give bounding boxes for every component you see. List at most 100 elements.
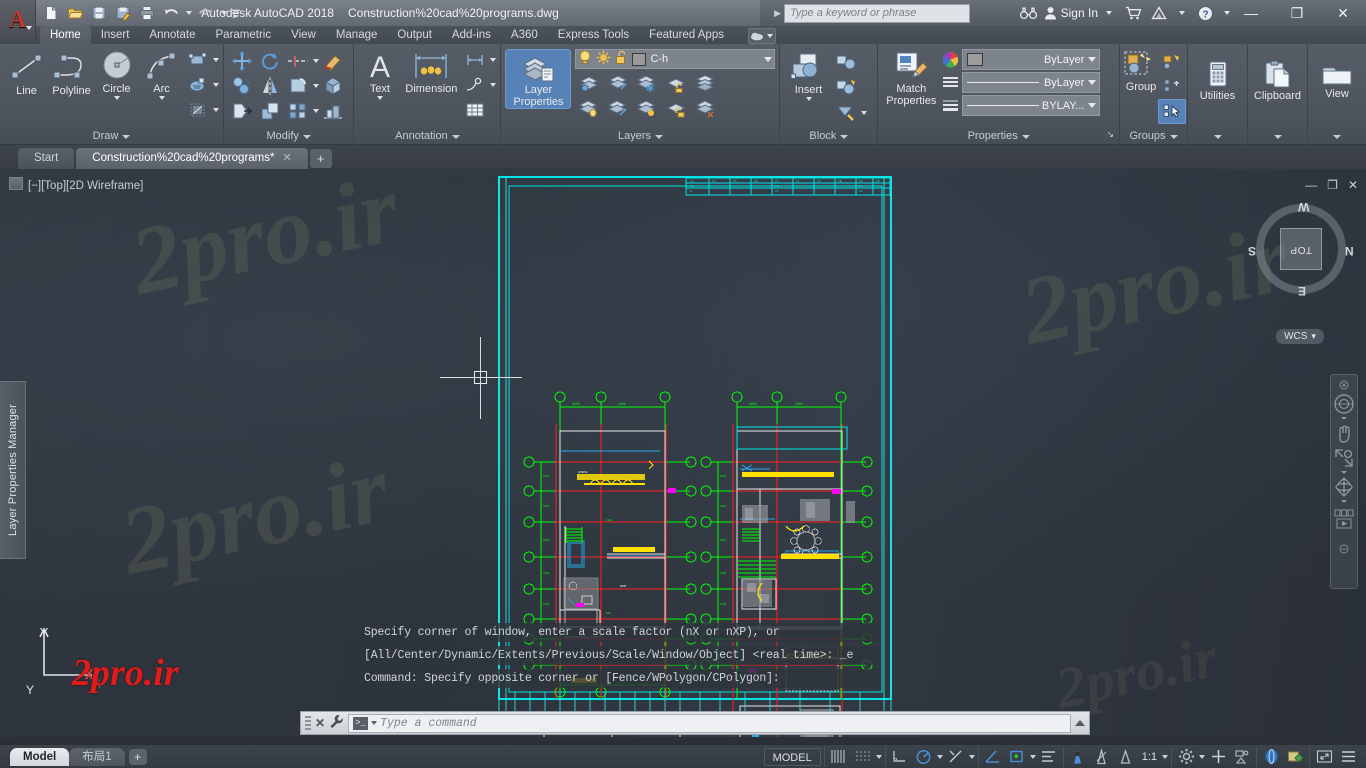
- insert-dropdown-caret[interactable]: [805, 97, 812, 101]
- panel-utilities-caret[interactable]: [1213, 134, 1222, 139]
- linetype-dropdown-caret[interactable]: [1088, 80, 1097, 85]
- redo-dropdown-caret[interactable]: [219, 3, 228, 24]
- status-bar-toggles[interactable]: MODEL 1:1: [761, 745, 1366, 768]
- lineweight-control[interactable]: BYLAY...: [962, 95, 1101, 116]
- panel-block-caret[interactable]: [840, 134, 849, 139]
- autodesk-a360-icon[interactable]: [1148, 3, 1170, 24]
- isolate-objects-icon[interactable]: [1231, 747, 1253, 767]
- panel-utilities-title[interactable]: [1188, 128, 1247, 145]
- panel-view-caret[interactable]: [1333, 134, 1341, 139]
- dimension-tool[interactable]: Dimension: [401, 47, 461, 95]
- leader-icon[interactable]: [461, 72, 489, 97]
- grid-display-icon[interactable]: [828, 747, 850, 767]
- fullscreen-icon[interactable]: [1313, 747, 1335, 767]
- open-folder-icon[interactable]: [64, 3, 86, 24]
- model-space-group[interactable]: MODEL: [761, 746, 825, 767]
- panel-modify-caret[interactable]: [302, 134, 311, 139]
- floppy-save-icon[interactable]: [88, 3, 110, 24]
- command-bar-close-icon[interactable]: ✕: [315, 716, 325, 730]
- mirror-icon[interactable]: [256, 73, 284, 98]
- tab-insert[interactable]: Insert: [91, 26, 140, 44]
- status-bar[interactable]: Model 布局1 + MODEL 1:1: [0, 744, 1366, 768]
- layer-freeze-icon[interactable]: [633, 71, 661, 96]
- sun-icon[interactable]: [596, 50, 611, 68]
- rectangle-icon[interactable]: [184, 47, 212, 72]
- panel-clipboard-title[interactable]: [1248, 128, 1307, 145]
- navigation-bar[interactable]: [1330, 374, 1358, 589]
- panel-layers-title[interactable]: Layers: [501, 128, 779, 145]
- line-tool[interactable]: Line: [4, 47, 49, 97]
- leader-caret[interactable]: [490, 82, 497, 87]
- group-select-icon[interactable]: [1158, 99, 1186, 124]
- layout-tab-strip[interactable]: Model 布局1 +: [0, 745, 147, 768]
- ucs-selector[interactable]: WCS ▾: [1276, 329, 1324, 344]
- screen-group[interactable]: [1310, 747, 1362, 767]
- quick-access-toolbar[interactable]: [40, 2, 241, 24]
- wrench-icon[interactable]: [329, 714, 344, 732]
- move-icon[interactable]: [228, 48, 256, 73]
- undo-arrow-icon[interactable]: [160, 3, 182, 24]
- lineweight-dropdown-caret[interactable]: [1088, 103, 1097, 108]
- text-dropdown-caret[interactable]: [377, 96, 384, 100]
- object-snap-tracking-icon[interactable]: [945, 747, 967, 767]
- edit-block-icon[interactable]: [832, 75, 860, 100]
- hardware-acceleration-icon[interactable]: [1260, 747, 1282, 767]
- redo-arrow-icon[interactable]: [195, 3, 217, 24]
- tab-output[interactable]: Output: [387, 26, 442, 44]
- tab-parametric[interactable]: Parametric: [206, 26, 282, 44]
- autoscale-icon[interactable]: [1091, 747, 1113, 767]
- navbar-options-icon[interactable]: [1332, 543, 1356, 555]
- save-as-icon[interactable]: [112, 3, 134, 24]
- new-document-icon[interactable]: [40, 3, 62, 24]
- linetype-icon[interactable]: [942, 75, 959, 93]
- panel-annotation-title[interactable]: Annotation: [354, 128, 500, 145]
- erase-icon[interactable]: [319, 48, 347, 73]
- layer-unisolate-icon[interactable]: [604, 71, 632, 96]
- panel-properties-title[interactable]: Properties ↘: [878, 128, 1119, 145]
- attributes-caret[interactable]: [861, 110, 868, 115]
- app-menu-caret[interactable]: [26, 26, 32, 30]
- circle-tool[interactable]: Circle: [94, 47, 139, 100]
- clipboard-button[interactable]: Clipboard: [1252, 58, 1303, 102]
- group-edit-icon[interactable]: [1158, 49, 1186, 74]
- scale-icon[interactable]: [256, 98, 284, 123]
- window-controls[interactable]: — ❐ ✕: [1228, 0, 1366, 26]
- dynamic-input-icon[interactable]: [1038, 747, 1060, 767]
- orbit-caret[interactable]: [1341, 500, 1347, 503]
- customization-menu-icon[interactable]: [1337, 747, 1359, 767]
- stretch-icon[interactable]: [228, 98, 256, 123]
- layer-off-icon[interactable]: [575, 96, 603, 121]
- rotate-icon[interactable]: [256, 48, 284, 73]
- close-icon[interactable]: ✕: [282, 148, 291, 169]
- view-cube[interactable]: TOP W N S E: [1248, 200, 1354, 298]
- minimize-button[interactable]: —: [1228, 0, 1274, 26]
- tab-express-tools[interactable]: Express Tools: [548, 26, 639, 44]
- tab-featured-apps[interactable]: Featured Apps: [639, 26, 734, 44]
- steering-wheel-caret[interactable]: [1341, 417, 1347, 420]
- annotation-scale-value[interactable]: 1:1: [1139, 751, 1160, 763]
- annotation-scale-caret[interactable]: [1162, 754, 1168, 759]
- autodesk-caret[interactable]: [1179, 11, 1185, 15]
- dynamic-ucs-icon[interactable]: [982, 747, 1004, 767]
- layer-current-icon[interactable]: [604, 96, 632, 121]
- tab-a360[interactable]: A360: [501, 26, 548, 44]
- zoom-caret[interactable]: [1341, 471, 1347, 474]
- snap-mode-icon[interactable]: [852, 747, 874, 767]
- title-bar-right-tools[interactable]: Sign In ?: [1018, 0, 1230, 26]
- layer-dropdown-caret[interactable]: [764, 56, 773, 62]
- array3d-icon[interactable]: [319, 73, 347, 98]
- arc-dropdown-caret[interactable]: [159, 96, 165, 100]
- current-layer-control[interactable]: C-h: [575, 49, 776, 69]
- panel-modify-title[interactable]: Modify: [224, 128, 353, 145]
- command-expand-icon[interactable]: [1075, 720, 1085, 726]
- layer-properties-button[interactable]: Layer Properties: [505, 49, 572, 109]
- add-separator-icon[interactable]: [1207, 747, 1229, 767]
- search-binoculars-icon[interactable]: [1018, 3, 1040, 24]
- qat-customize-caret[interactable]: [230, 3, 241, 24]
- layer-unlock-icon[interactable]: [662, 96, 690, 121]
- cloud-toggle-button[interactable]: [747, 28, 776, 44]
- model-paper-toggle[interactable]: MODEL: [763, 747, 821, 766]
- ucs-osnap-group[interactable]: [979, 746, 1064, 767]
- panel-groups-caret[interactable]: [1169, 134, 1178, 139]
- lightbulb-on-icon[interactable]: [578, 50, 592, 68]
